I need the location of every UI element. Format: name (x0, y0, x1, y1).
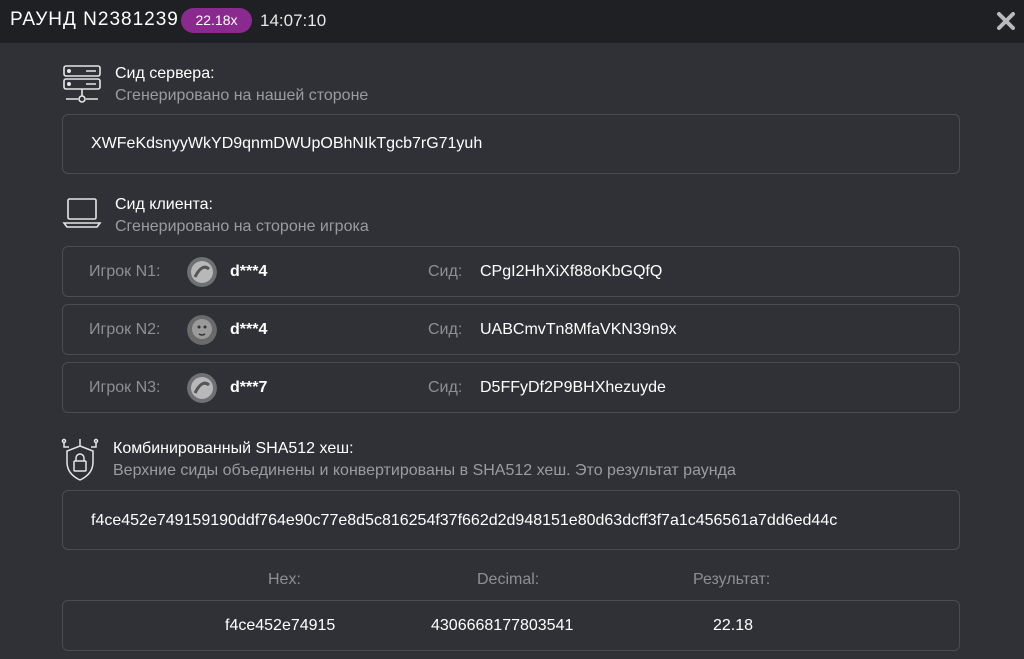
decimal-value: 4306668177803541 (431, 617, 574, 634)
player-seed-value: D5FFyDf2P9BHXhezuyde (480, 379, 666, 396)
player-label: Игрок N3: (89, 379, 161, 396)
decimal-label: Decimal: (477, 571, 540, 588)
player-label: Игрок N1: (89, 263, 161, 280)
round-time: 14:07:10 (260, 11, 327, 30)
seed-label: Сид: (428, 263, 463, 280)
lock-hash-icon (60, 438, 100, 487)
player-seed-value: UABCmvTn8MfaVKN39n9x (480, 321, 677, 338)
combined-hash-value: f4ce452e749159190ddf764e90c77e8d5c816254… (91, 512, 838, 529)
server-icon (62, 64, 102, 109)
combined-hash-title: Комбинированный SHA512 хеш: (113, 440, 354, 457)
server-seed-value: XWFeKdsnyyWkYD9qnmDWUpOBhNIkTgcb7rG71yuh (91, 135, 483, 152)
player-seed-value: CPgI2HhXiXf88oKbGQfQ (480, 263, 663, 280)
combined-hash-box: f4ce452e749159190ddf764e90c77e8d5c816254… (62, 490, 960, 550)
hex-value: f4ce452e74915 (225, 617, 336, 634)
round-title: РАУНД N2381239 (10, 9, 179, 30)
player-row: Игрок N3: d***7 Сид: D5FFyDf2P9BHXhezuyd… (62, 362, 960, 413)
avatar (187, 257, 217, 287)
player-label: Игрок N2: (89, 321, 161, 338)
player-row: Игрок N2: d***4 Сид: UABCmvTn8MfaVKN39n9… (62, 304, 960, 355)
modal-header: РАУНД N2381239 22.18x 14:07:10 (0, 0, 1024, 43)
client-seed-subtitle: Сгенерировано на стороне игрока (115, 218, 369, 235)
result-label: Результат: (693, 571, 771, 588)
player-name: d***7 (230, 379, 268, 396)
player-row: Игрок N1: d***4 Сид: CPgI2HhXiXf88oKbGQf… (62, 246, 960, 297)
seed-label: Сид: (428, 379, 463, 396)
client-seed-title: Сид клиента: (115, 196, 213, 213)
player-name: d***4 (230, 321, 268, 338)
combined-hash-subtitle: Верхние сиды объединены и конвертированы… (113, 462, 736, 479)
close-icon[interactable] (993, 8, 1019, 34)
server-seed-box: XWFeKdsnyyWkYD9qnmDWUpOBhNIkTgcb7rG71yuh (62, 114, 960, 174)
avatar (187, 373, 217, 403)
laptop-icon (62, 196, 102, 235)
hex-label: Hex: (268, 571, 301, 588)
player-name: d***4 (230, 263, 268, 280)
server-seed-title: Сид сервера: (115, 65, 215, 82)
result-value: 22.18 (713, 617, 754, 634)
server-seed-subtitle: Сгенерировано на нашей стороне (115, 87, 369, 104)
avatar (187, 315, 217, 345)
multiplier-badge: 22.18x (181, 8, 252, 33)
seed-label: Сид: (428, 321, 463, 338)
